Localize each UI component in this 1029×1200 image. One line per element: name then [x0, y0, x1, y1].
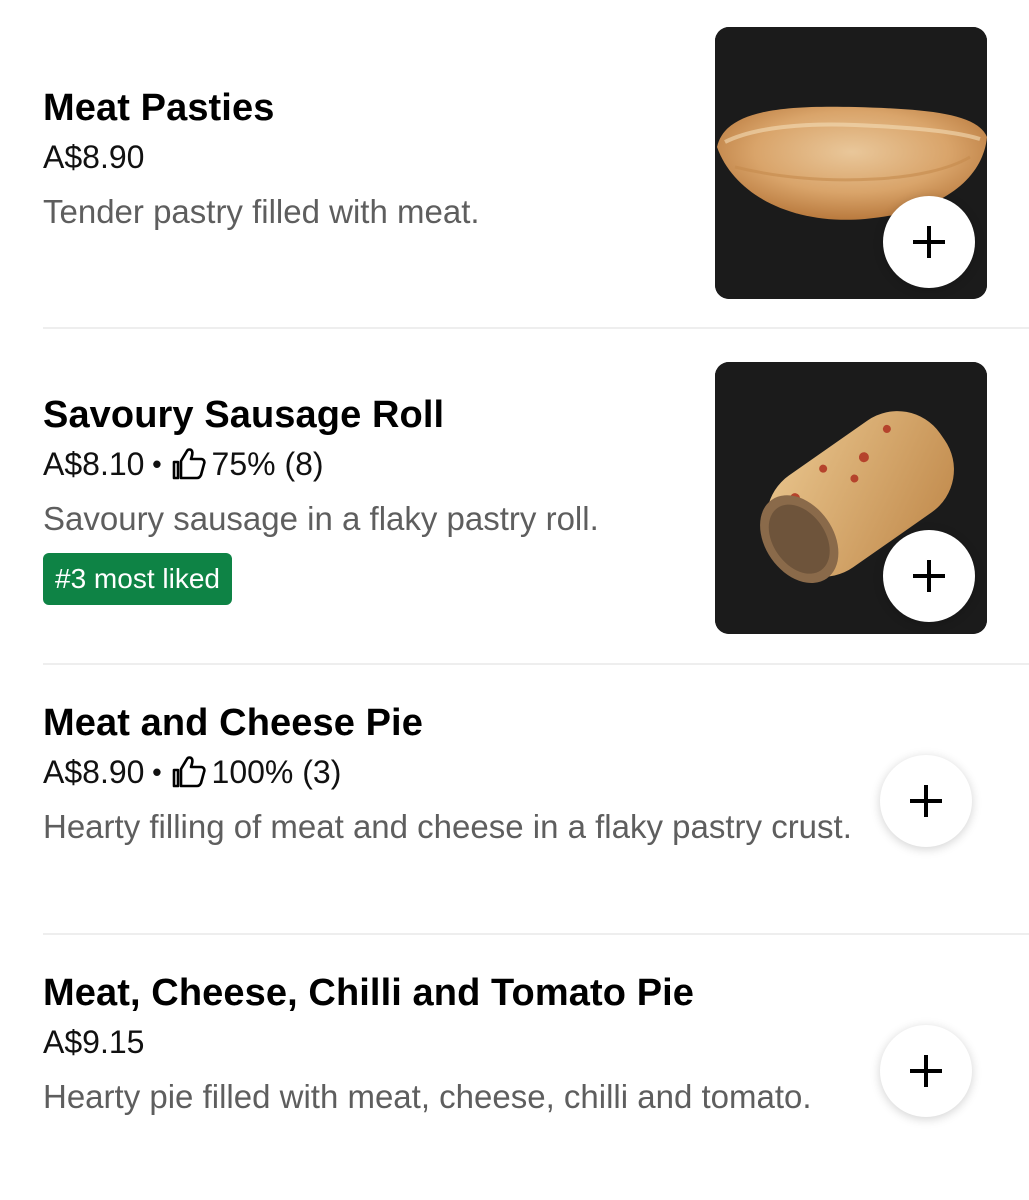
menu-item-savoury-sausage-roll[interactable]: Savoury Sausage Roll A$8.10 • 75% (8) Sa…	[0, 330, 1029, 665]
item-price: A$8.90	[43, 139, 145, 175]
plus-icon	[910, 1055, 942, 1087]
menu-item-meat-cheese-chilli-tomato-pie[interactable]: Meat, Cheese, Chilli and Tomato Pie A$9.…	[0, 935, 1029, 1200]
item-description: Hearty pie filled with meat, cheese, chi…	[43, 1078, 812, 1115]
item-title: Meat and Cheese Pie	[43, 702, 423, 744]
item-title: Meat, Cheese, Chilli and Tomato Pie	[43, 972, 695, 1014]
item-title: Meat Pasties	[43, 87, 275, 129]
plus-icon	[910, 785, 942, 817]
add-button[interactable]	[880, 755, 972, 847]
item-rating: 100% (3)	[211, 754, 342, 790]
item-meta: A$9.15	[43, 1022, 833, 1062]
item-title: Savoury Sausage Roll	[43, 394, 445, 436]
most-liked-badge: #3 most liked	[43, 553, 232, 605]
add-button[interactable]	[880, 1025, 972, 1117]
separator-dot: •	[152, 449, 162, 479]
item-description: Savoury sausage in a flaky pastry roll.	[43, 500, 599, 537]
add-button[interactable]	[883, 530, 975, 622]
item-price: A$8.10	[43, 446, 145, 482]
item-price: A$9.15	[43, 1024, 145, 1060]
item-rating: 75% (8)	[211, 446, 324, 482]
thumbs-up-icon	[172, 448, 206, 480]
item-meta: A$8.90 • 100% (3)	[43, 752, 873, 792]
item-description: Tender pastry filled with meat.	[43, 193, 480, 230]
divider	[43, 327, 1029, 329]
plus-icon	[913, 560, 945, 592]
menu-item-meat-and-cheese-pie[interactable]: Meat and Cheese Pie A$8.90 • 100% (3) He…	[0, 665, 1029, 935]
item-meta: A$8.90	[43, 137, 683, 177]
item-description: Hearty filling of meat and cheese in a f…	[43, 808, 852, 845]
menu-item-meat-pasties[interactable]: Meat Pasties A$8.90 Tender pastry filled…	[0, 0, 1029, 330]
plus-icon	[913, 226, 945, 258]
add-button[interactable]	[883, 196, 975, 288]
item-price: A$8.90	[43, 754, 145, 790]
item-meta: A$8.10 • 75% (8)	[43, 444, 683, 484]
separator-dot: •	[152, 757, 162, 787]
thumbs-up-icon	[172, 756, 206, 788]
